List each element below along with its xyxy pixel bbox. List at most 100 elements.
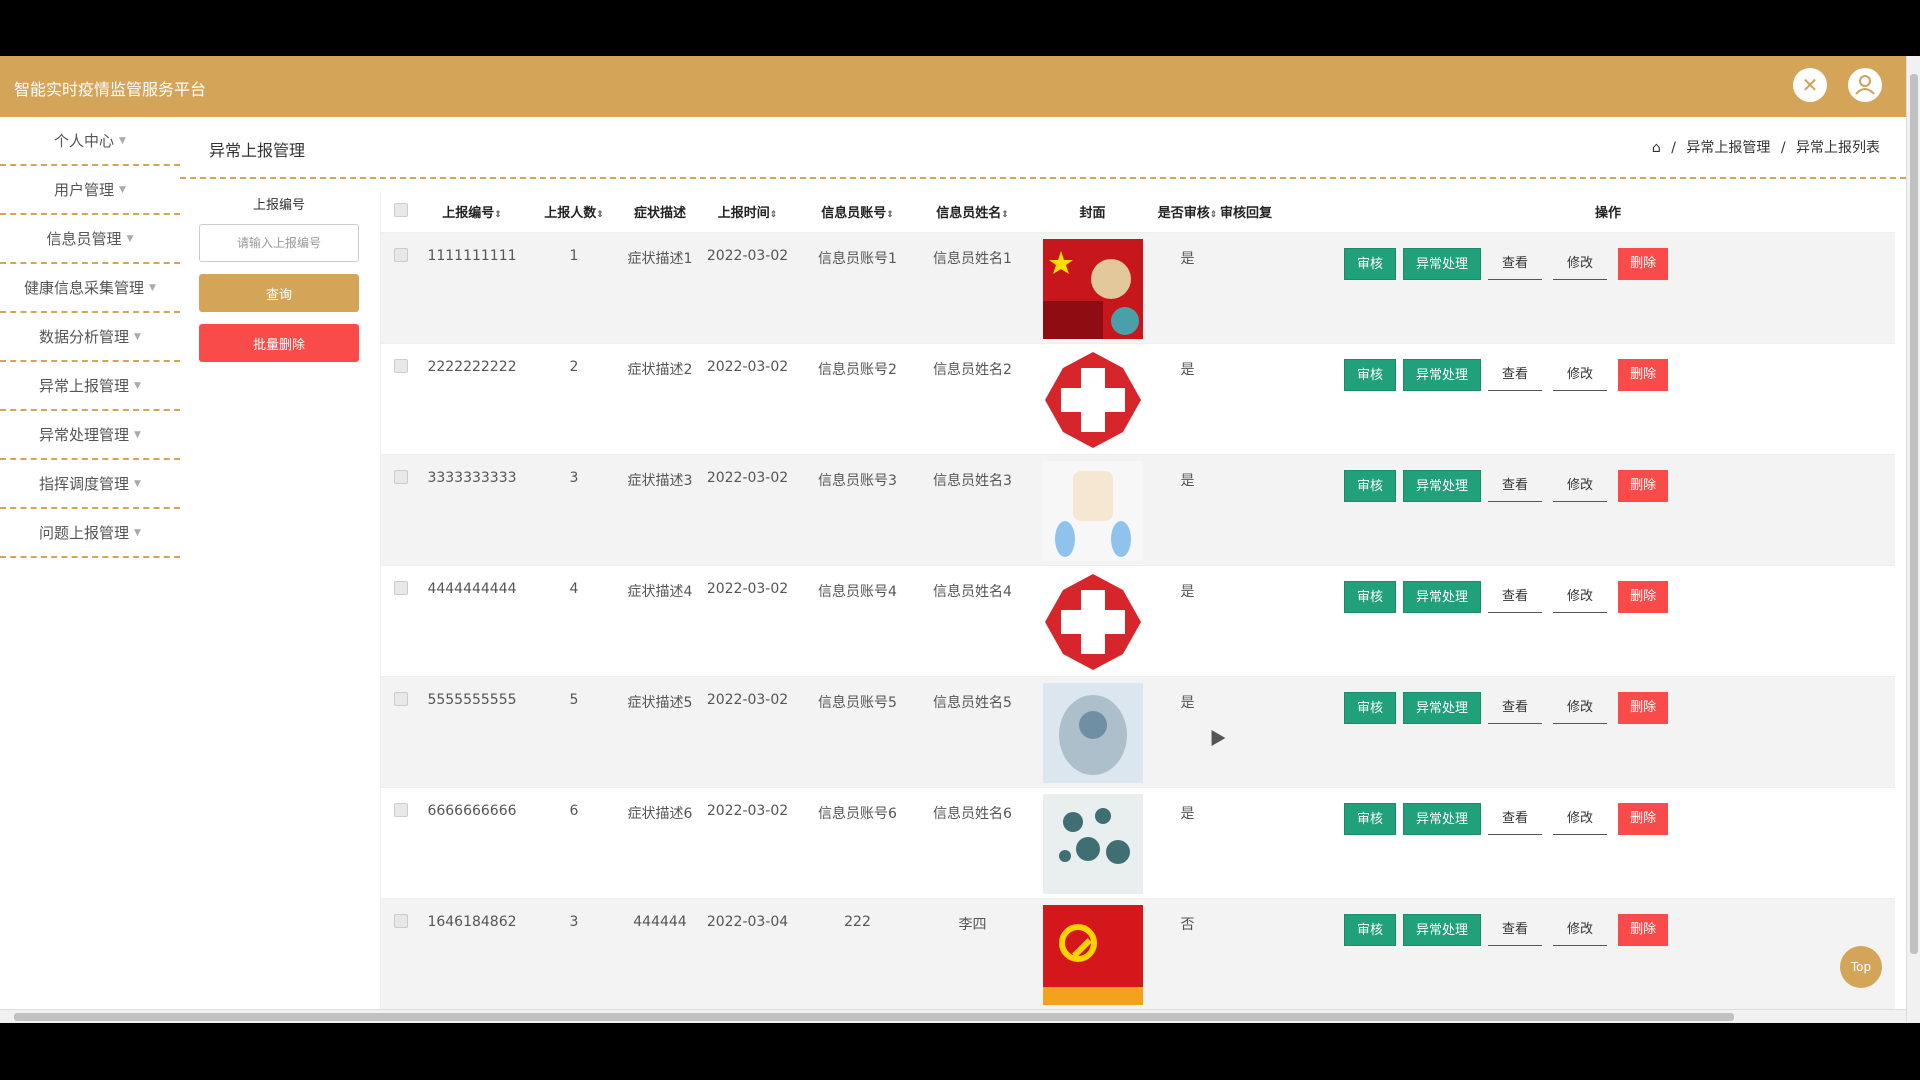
audit-button[interactable]: 审核 [1344,469,1397,502]
horizontal-scrollbar[interactable] [0,1009,1906,1023]
audit-button[interactable]: 审核 [1344,691,1397,724]
view-button[interactable]: 查看 [1488,359,1543,391]
col-account[interactable]: 信息员账号⇕ [800,192,915,232]
caret-down-icon: ▼ [134,429,141,440]
sort-icon: ⇕ [596,210,604,221]
breadcrumb-item[interactable]: 异常上报管理 [1686,140,1770,156]
view-button[interactable]: 查看 [1488,581,1543,613]
handle-exception-button[interactable]: 异常处理 [1403,580,1482,613]
sidebar-item[interactable]: 异常处理管理 ▼ [0,411,180,460]
horizontal-scrollbar-thumb[interactable] [14,1013,1734,1021]
batch-delete-button[interactable]: 批量删除 [199,324,359,362]
delete-button[interactable]: 删除 [1618,691,1669,724]
cell-count: 1 [523,231,625,343]
edit-button[interactable]: 修改 [1553,692,1608,724]
cell-count: 5 [523,675,625,787]
user-avatar-icon[interactable] [1848,68,1882,102]
edit-button[interactable]: 修改 [1553,581,1608,613]
cell-reply [1220,675,1320,787]
sidebar-item[interactable]: 用户管理 ▼ [0,166,180,215]
row-checkbox[interactable] [394,580,408,595]
edit-button[interactable]: 修改 [1553,470,1608,502]
view-button[interactable]: 查看 [1488,470,1543,502]
sidebar-item[interactable]: 异常上报管理 ▼ [0,362,180,411]
cell-count: 3 [523,897,625,1009]
col-name[interactable]: 信息员姓名⇕ [915,192,1030,232]
cell-name: 信息员姓名4 [915,564,1030,676]
cover-image [1043,572,1143,672]
delete-button[interactable]: 删除 [1618,580,1669,613]
query-button[interactable]: 查询 [199,274,359,312]
audit-button[interactable]: 审核 [1344,913,1397,946]
sidebar-item[interactable]: 个人中心 ▼ [0,117,180,166]
cell-report-no: 2222222222 [421,342,523,454]
table-row: 6666666666 6 症状描述6 2022-03-02 信息员账号6 信息员姓名6 是审… [381,786,1895,898]
row-checkbox[interactable] [394,802,408,817]
cell-audited: 是 [1155,342,1220,454]
col-cover: 封面 [1079,206,1106,222]
view-button[interactable]: 查看 [1488,914,1543,946]
col-audited[interactable]: 是否审核⇕ [1155,192,1220,232]
audit-button[interactable]: 审核 [1344,247,1397,280]
sort-icon: ⇕ [769,210,778,221]
report-table-wrap: 上报编号⇕ 上报人数⇕ 症状描述 上报时间⇕ 信息员账号⇕ 信息员姓名⇕ 封面 … [380,192,1895,1023]
row-checkbox[interactable] [394,247,408,262]
back-to-top-button[interactable]: Top [1840,946,1882,988]
home-icon[interactable]: ⌂ [1652,140,1661,156]
view-button[interactable]: 查看 [1488,248,1543,280]
edit-button[interactable]: 修改 [1553,359,1608,391]
sidebar-item[interactable]: 数据分析管理 ▼ [0,313,180,362]
cell-reply [1220,786,1320,898]
edit-button[interactable]: 修改 [1553,803,1608,835]
handle-exception-button[interactable]: 异常处理 [1403,913,1482,946]
page-title: 异常上报管理 [209,141,306,160]
handle-exception-button[interactable]: 异常处理 [1403,802,1482,835]
cell-count: 3 [523,453,625,565]
delete-button[interactable]: 删除 [1618,469,1669,502]
view-button[interactable]: 查看 [1488,803,1543,835]
sidebar-item[interactable]: 健康信息采集管理 ▼ [0,264,180,313]
cell-account: 信息员账号1 [800,231,915,343]
edit-button[interactable]: 修改 [1553,248,1608,280]
caret-down-icon: ▼ [119,184,126,195]
sort-icon: ⇕ [494,210,502,221]
handle-exception-button[interactable]: 异常处理 [1403,247,1482,280]
fullscreen-icon[interactable]: ✕ [1793,68,1827,102]
delete-button[interactable]: 删除 [1618,247,1669,280]
cell-account: 信息员账号5 [800,675,915,787]
audit-button[interactable]: 审核 [1344,358,1397,391]
cell-time: 2022-03-04 [695,897,800,1009]
cell-report-no: 4444444444 [421,564,523,676]
view-button[interactable]: 查看 [1488,692,1543,724]
cover-image [1042,682,1143,783]
row-checkbox[interactable] [394,358,408,373]
sidebar-item[interactable]: 信息员管理 ▼ [0,215,180,264]
row-checkbox[interactable] [394,469,408,484]
col-time[interactable]: 上报时间⇕ [695,192,800,232]
top-header: 智能实时疫情监管服务平台 ✕ [0,56,1906,117]
cell-time: 2022-03-02 [695,564,800,676]
sidebar-item[interactable]: 问题上报管理 ▼ [0,509,180,558]
search-input[interactable] [199,224,359,262]
handle-exception-button[interactable]: 异常处理 [1403,469,1482,502]
vertical-scrollbar[interactable] [1906,56,1920,1023]
sidebar-item-label: 数据分析管理 [39,328,130,346]
vertical-scrollbar-thumb[interactable] [1910,74,1918,954]
sidebar-item[interactable]: 指挥调度管理 ▼ [0,460,180,509]
audit-button[interactable]: 审核 [1344,802,1397,835]
sort-icon: ⇕ [886,210,894,221]
delete-button[interactable]: 删除 [1618,802,1669,835]
delete-button[interactable]: 删除 [1618,913,1669,946]
caret-down-icon: ▼ [126,233,134,244]
cell-name: 信息员姓名6 [915,786,1030,898]
handle-exception-button[interactable]: 异常处理 [1403,691,1482,724]
handle-exception-button[interactable]: 异常处理 [1403,358,1482,391]
col-count[interactable]: 上报人数⇕ [523,192,625,232]
delete-button[interactable]: 删除 [1618,358,1669,391]
audit-button[interactable]: 审核 [1344,580,1397,613]
row-checkbox[interactable] [394,913,408,928]
row-checkbox[interactable] [394,691,408,706]
edit-button[interactable]: 修改 [1553,914,1608,946]
select-all-checkbox[interactable] [394,202,408,217]
col-report-no[interactable]: 上报编号⇕ [421,192,523,232]
